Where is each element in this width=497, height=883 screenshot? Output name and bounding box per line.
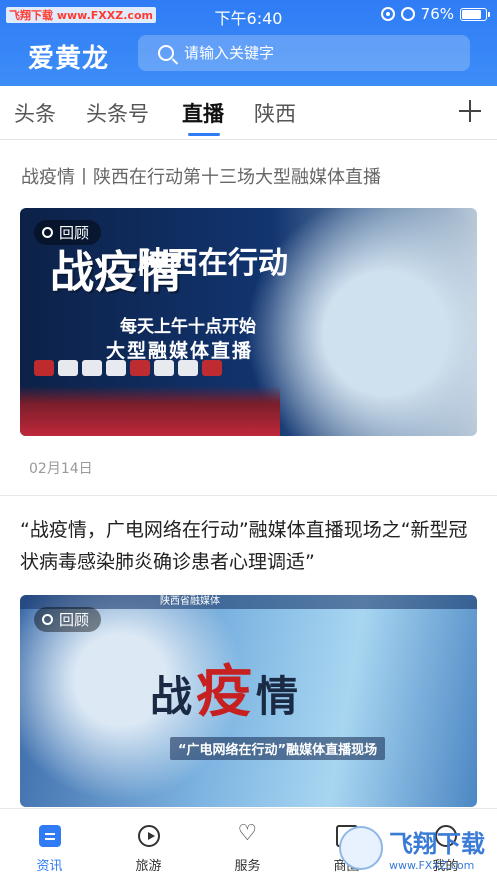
nav-news[interactable]: 资讯 <box>0 809 99 883</box>
app-header: 飞翔下载 www.FXXZ.com 下午6:40 76% 爱黄龙 <box>0 0 497 86</box>
search-bar[interactable] <box>138 35 470 71</box>
heart-hand-icon <box>237 821 259 847</box>
status-icons: 76% <box>380 5 490 23</box>
battery-icon <box>460 7 490 21</box>
status-bar: 飞翔下载 www.FXXZ.com 下午6:40 76% <box>0 0 497 30</box>
watermark-logo-icon <box>339 826 383 870</box>
feed-item-date: 02月14日 <box>29 461 93 477</box>
alarm-icon <box>400 7 415 21</box>
tab-toutiaohao[interactable]: 头条号 <box>86 98 149 128</box>
nav-service[interactable]: 服务 <box>198 809 297 883</box>
thumbnail-schedule: 每天上午十点开始 <box>120 317 256 337</box>
play-icon <box>137 825 160 847</box>
tab-toutiao[interactable]: 头条 <box>14 98 56 128</box>
site-watermark: 飞翔下载 www.FXXZ.com <box>339 819 489 877</box>
replay-icon <box>42 614 53 625</box>
thumbnail-caption: “广电网络在行动”融媒体直播现场 <box>170 737 386 760</box>
battery-percent: 76% <box>420 5 454 23</box>
feed-item-thumbnail[interactable]: 陕西省融媒体 战疫情 “广电网络在行动”融媒体直播现场 回顾 <box>20 595 477 807</box>
crowd-photo <box>20 386 280 436</box>
news-icon <box>38 825 61 847</box>
nav-travel[interactable]: 旅游 <box>99 809 198 883</box>
replay-badge: 回顾 <box>34 220 102 245</box>
thumbnail-subheadline: 陕西在行动 <box>138 246 288 281</box>
orientation-lock-icon <box>380 7 395 21</box>
search-input[interactable] <box>184 44 464 62</box>
tab-live[interactable]: 直播 <box>182 98 224 128</box>
tab-shaanxi[interactable]: 陕西 <box>254 98 296 128</box>
bottom-navigation: 资讯 旅游 服务 商圈 我的 飞翔下载 www.FXXZ.com <box>0 808 497 883</box>
feed-item-title[interactable]: 战疫情丨陕西在行动第十三场大型融媒体直播 <box>21 163 481 189</box>
replay-badge: 回顾 <box>34 607 102 632</box>
app-logo: 爱黄龙 <box>28 44 110 74</box>
thumbnail-headline: 战疫情 <box>150 659 303 725</box>
feed-divider <box>0 495 497 496</box>
active-tab-indicator <box>188 133 220 136</box>
media-logos <box>34 360 222 376</box>
category-tabs: 头条 头条号 直播 陕西 <box>0 86 497 140</box>
feed-item-title[interactable]: “战疫情，广电网络在行动”融媒体直播现场之“新型冠状病毒感染肺炎确诊患者心理调适… <box>20 514 480 578</box>
replay-icon <box>42 227 53 238</box>
add-tab-icon[interactable] <box>459 100 481 122</box>
feed-item-thumbnail[interactable]: 战疫情 陕西在行动 每天上午十点开始 大型融媒体直播 回顾 <box>20 208 477 436</box>
search-icon <box>158 45 174 61</box>
thumbnail-caption: 大型融媒体直播 <box>106 340 254 362</box>
